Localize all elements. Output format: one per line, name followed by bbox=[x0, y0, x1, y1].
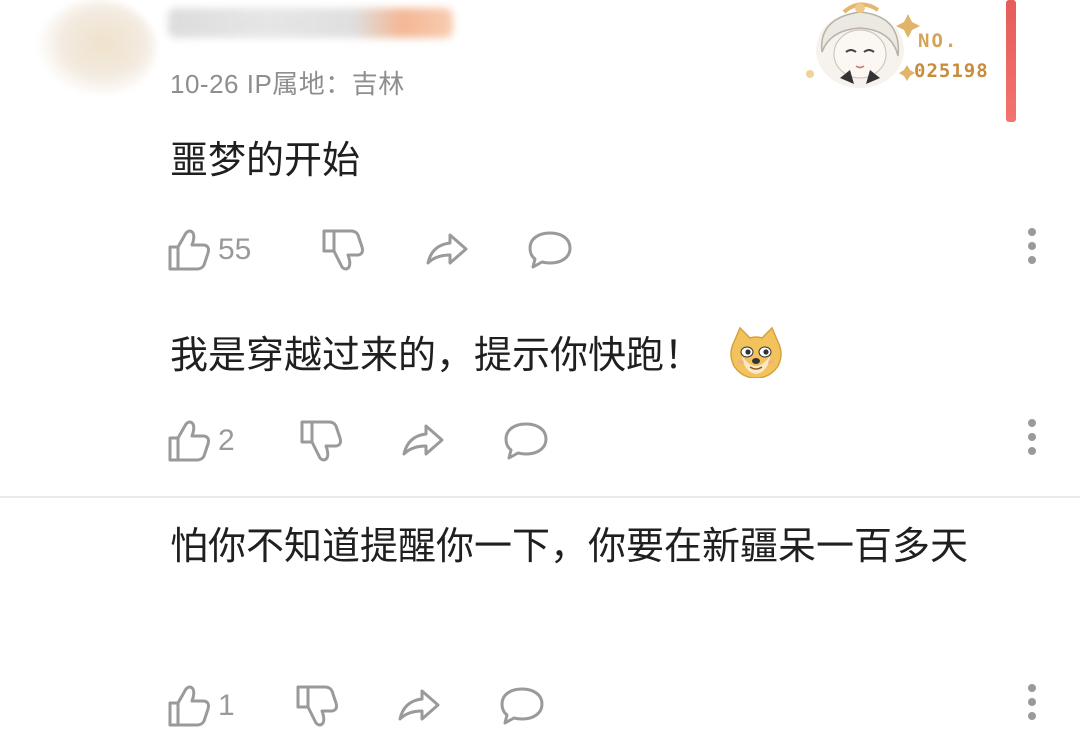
avatar[interactable] bbox=[38, 0, 156, 96]
comment-actions: 55 bbox=[0, 222, 1080, 278]
more-vertical-icon[interactable] bbox=[1026, 228, 1038, 272]
dislike-button[interactable] bbox=[294, 678, 340, 734]
share-icon bbox=[426, 233, 468, 265]
share-button[interactable] bbox=[424, 222, 470, 278]
badge-no-label: NO. bbox=[918, 30, 959, 52]
thumbs-up-icon bbox=[168, 420, 210, 462]
comment-text: 我是穿越过来的，提示你快跑！ bbox=[170, 322, 784, 388]
reply-button[interactable] bbox=[498, 678, 546, 734]
comment-icon bbox=[500, 687, 544, 725]
like-button[interactable]: 1 bbox=[166, 678, 235, 734]
comment-text: 怕你不知道提醒你一下，你要在新疆呆一百多天 bbox=[170, 524, 969, 568]
like-count: 55 bbox=[218, 233, 252, 266]
reply-button[interactable] bbox=[502, 413, 550, 469]
badge-number: 025198 bbox=[914, 60, 989, 82]
reply-button[interactable] bbox=[526, 222, 574, 278]
comment-meta: 10-26 IP属地：吉林 bbox=[170, 69, 405, 99]
doge-emoji-icon bbox=[728, 326, 784, 379]
like-button[interactable]: 2 bbox=[166, 413, 235, 469]
comment-icon bbox=[504, 422, 548, 460]
thumbs-up-icon bbox=[168, 685, 210, 727]
more-vertical-icon[interactable] bbox=[1026, 684, 1038, 728]
thumbs-down-icon bbox=[296, 685, 338, 727]
thumbs-down-icon bbox=[300, 420, 342, 462]
share-icon bbox=[402, 424, 444, 456]
dislike-button[interactable] bbox=[298, 413, 344, 469]
like-count: 1 bbox=[218, 689, 235, 722]
comment-actions: 1 bbox=[0, 678, 1080, 734]
share-button[interactable] bbox=[396, 678, 442, 734]
dislike-button[interactable] bbox=[320, 222, 366, 278]
share-icon bbox=[398, 689, 440, 721]
divider bbox=[0, 496, 1080, 498]
thumbs-down-icon bbox=[322, 229, 364, 271]
edge-mark bbox=[1006, 0, 1016, 122]
thumbs-up-icon bbox=[168, 229, 210, 271]
share-button[interactable] bbox=[400, 413, 446, 469]
username-blurred[interactable] bbox=[168, 8, 453, 38]
more-vertical-icon[interactable] bbox=[1026, 419, 1038, 463]
badge-character-icon bbox=[806, 2, 920, 88]
comment-text-content: 我是穿越过来的，提示你快跑！ bbox=[170, 333, 703, 377]
like-button[interactable]: 55 bbox=[166, 222, 251, 278]
like-count: 2 bbox=[218, 424, 235, 457]
comment-actions: 2 bbox=[0, 413, 1080, 469]
comment-text: 噩梦的开始 bbox=[170, 138, 361, 182]
comment-icon bbox=[528, 231, 572, 269]
